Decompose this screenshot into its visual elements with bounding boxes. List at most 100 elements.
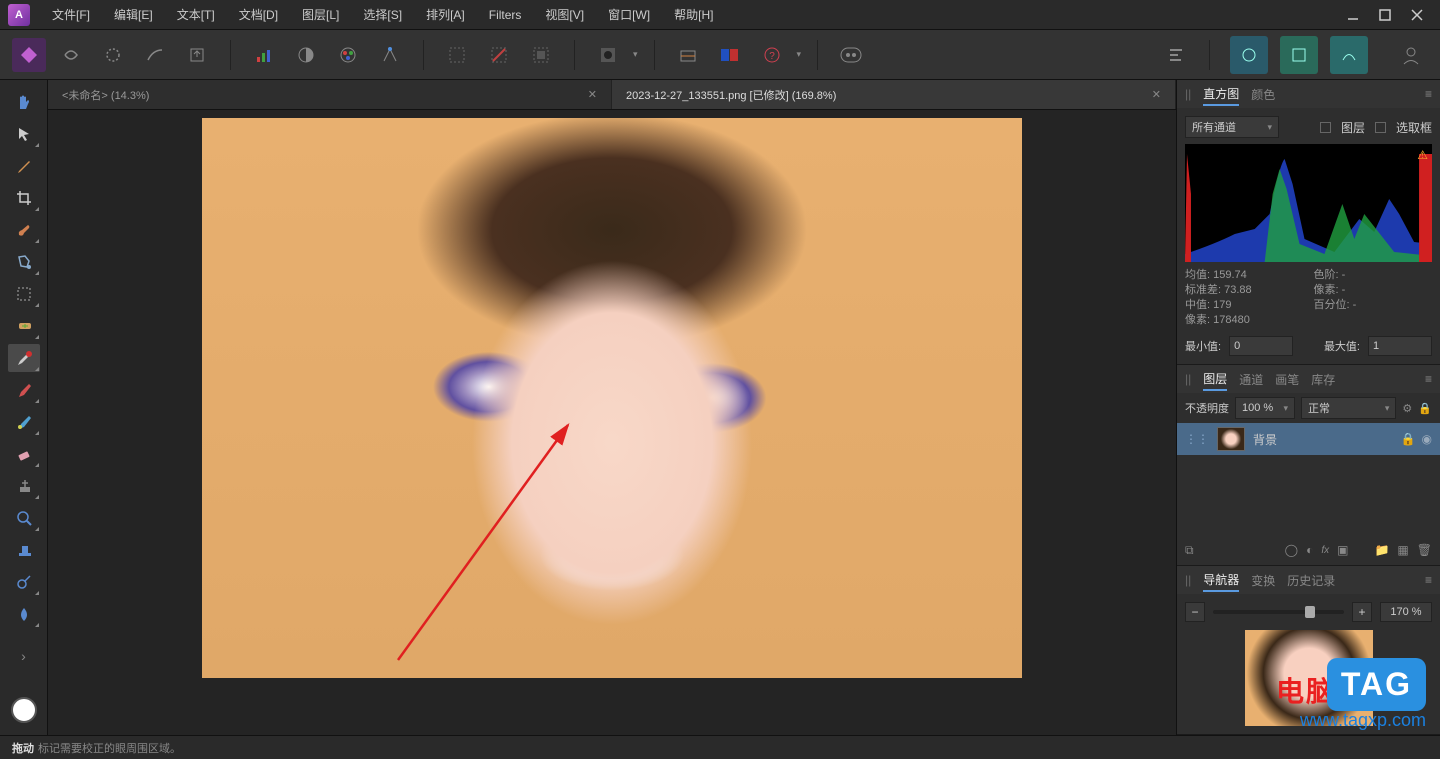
dodge-tool[interactable] bbox=[8, 568, 40, 596]
quickmask-icon[interactable] bbox=[591, 38, 625, 72]
delete-icon[interactable]: 🗑 bbox=[1417, 543, 1432, 557]
selection-brush-tool[interactable] bbox=[8, 216, 40, 244]
export-icon[interactable] bbox=[180, 38, 214, 72]
tab-color[interactable]: 颜色 bbox=[1251, 84, 1275, 105]
eraser-tool[interactable] bbox=[8, 440, 40, 468]
auto-wb-icon[interactable] bbox=[373, 38, 407, 72]
visibility-icon[interactable]: ◉ bbox=[1422, 432, 1432, 446]
blend-dropdown[interactable]: 正常▾ bbox=[1301, 397, 1396, 419]
persona-liquify-button[interactable] bbox=[1230, 36, 1268, 74]
zoom-value[interactable]: 170 % bbox=[1380, 602, 1432, 622]
max-input[interactable] bbox=[1368, 336, 1432, 356]
swatch-icon[interactable] bbox=[713, 38, 747, 72]
minimize-button[interactable] bbox=[1346, 8, 1360, 22]
close-icon[interactable]: ✕ bbox=[1152, 88, 1161, 101]
tab-transform[interactable]: 变换 bbox=[1251, 570, 1275, 591]
menu-document[interactable]: 文档[D] bbox=[227, 0, 290, 30]
panel-menu-icon[interactable]: ≡ bbox=[1425, 87, 1432, 101]
color-picker-tool[interactable] bbox=[8, 152, 40, 180]
menu-layer[interactable]: 图层[L] bbox=[290, 0, 351, 30]
auto-levels-icon[interactable] bbox=[247, 38, 281, 72]
document-tab[interactable]: 2023-12-27_133551.png [已修改] (169.8%) ✕ bbox=[612, 80, 1176, 109]
channel-dropdown[interactable]: 所有通道▾ bbox=[1185, 116, 1279, 138]
menu-edit[interactable]: 编辑[E] bbox=[102, 0, 165, 30]
persona-photo-icon[interactable] bbox=[12, 38, 46, 72]
menu-arrange[interactable]: 排列[A] bbox=[414, 0, 477, 30]
mixer-brush-tool[interactable] bbox=[8, 408, 40, 436]
navigator-thumbnail[interactable] bbox=[1245, 630, 1373, 726]
paintbrush-tool[interactable] bbox=[8, 376, 40, 404]
more-tools[interactable]: › bbox=[8, 642, 40, 670]
crop-icon[interactable]: ▣ bbox=[1337, 543, 1348, 557]
auto-colors-icon[interactable] bbox=[331, 38, 365, 72]
crop-guides-icon[interactable] bbox=[671, 38, 705, 72]
merge-icon[interactable]: ⧉ bbox=[1185, 543, 1194, 558]
liquify-icon[interactable] bbox=[54, 38, 88, 72]
align-icon[interactable] bbox=[1159, 38, 1193, 72]
fx-icon[interactable]: fx bbox=[1321, 545, 1329, 556]
zoom-slider[interactable] bbox=[1213, 610, 1344, 614]
crop-tool[interactable] bbox=[8, 184, 40, 212]
maximize-button[interactable] bbox=[1378, 8, 1392, 22]
persona-tone-button[interactable] bbox=[1330, 36, 1368, 74]
panel-menu-icon[interactable]: ≡ bbox=[1425, 573, 1432, 587]
add-layer-icon[interactable]: ▦ bbox=[1397, 543, 1408, 557]
move-tool[interactable] bbox=[8, 120, 40, 148]
document-tab[interactable]: <未命名> (14.3%) ✕ bbox=[48, 80, 612, 109]
close-button[interactable] bbox=[1410, 8, 1424, 22]
selection-all-icon[interactable] bbox=[440, 38, 474, 72]
mask-icon[interactable]: ◯ bbox=[1285, 543, 1298, 557]
selection-invert-icon[interactable] bbox=[524, 38, 558, 72]
close-icon[interactable]: ✕ bbox=[588, 88, 597, 101]
stamp-tool[interactable] bbox=[8, 536, 40, 564]
tab-brushes[interactable]: 画笔 bbox=[1275, 369, 1299, 390]
persona-develop-button[interactable] bbox=[1280, 36, 1318, 74]
tab-channels[interactable]: 通道 bbox=[1239, 369, 1263, 390]
drag-handle-icon[interactable]: ⋮⋮ bbox=[1185, 432, 1209, 446]
zoom-out-button[interactable]: − bbox=[1185, 602, 1205, 622]
tab-navigator[interactable]: 导航器 bbox=[1203, 569, 1239, 592]
opacity-dropdown[interactable]: 100 %▾ bbox=[1235, 397, 1295, 419]
zoom-in-button[interactable]: + bbox=[1352, 602, 1372, 622]
healing-tool[interactable] bbox=[8, 312, 40, 340]
auto-contrast-icon[interactable] bbox=[289, 38, 323, 72]
blur-tool[interactable] bbox=[8, 600, 40, 628]
tonemap-icon[interactable] bbox=[138, 38, 172, 72]
assistant-icon[interactable]: ? bbox=[755, 38, 789, 72]
menu-select[interactable]: 选择[S] bbox=[351, 0, 414, 30]
adjustment-icon[interactable]: ◐ bbox=[1306, 543, 1313, 557]
chevron-down-icon[interactable]: ▾ bbox=[633, 49, 638, 60]
lock-icon[interactable]: 🔒 bbox=[1401, 432, 1416, 446]
zoom-tool[interactable] bbox=[8, 504, 40, 532]
account-icon[interactable] bbox=[1394, 38, 1428, 72]
menu-window[interactable]: 窗口[W] bbox=[596, 0, 662, 30]
menu-help[interactable]: 帮助[H] bbox=[662, 0, 725, 30]
tab-stock[interactable]: 库存 bbox=[1311, 369, 1335, 390]
canvas-image[interactable] bbox=[202, 118, 1022, 678]
menu-view[interactable]: 视图[V] bbox=[533, 0, 596, 30]
selection-none-icon[interactable] bbox=[482, 38, 516, 72]
ml-icon[interactable] bbox=[834, 38, 868, 72]
layer-checkbox[interactable] bbox=[1320, 122, 1331, 133]
tab-histogram[interactable]: 直方图 bbox=[1203, 83, 1239, 106]
flood-select-tool[interactable] bbox=[8, 248, 40, 276]
marquee-tool[interactable] bbox=[8, 280, 40, 308]
menu-text[interactable]: 文本[T] bbox=[165, 0, 227, 30]
develop-icon[interactable] bbox=[96, 38, 130, 72]
menu-file[interactable]: 文件[F] bbox=[40, 0, 102, 30]
gear-icon[interactable]: ⚙ bbox=[1402, 402, 1412, 415]
clone-tool[interactable] bbox=[8, 472, 40, 500]
lock-icon[interactable]: 🔒 bbox=[1418, 402, 1432, 415]
panel-menu-icon[interactable]: ≡ bbox=[1425, 372, 1432, 386]
group-icon[interactable]: 📁 bbox=[1374, 543, 1389, 557]
color-well[interactable] bbox=[11, 697, 37, 723]
layer-thumbnail[interactable] bbox=[1217, 427, 1245, 451]
chevron-down-icon[interactable]: ▾ bbox=[797, 49, 802, 60]
marquee-checkbox[interactable] bbox=[1375, 122, 1386, 133]
redeye-tool[interactable] bbox=[8, 344, 40, 372]
menu-filters[interactable]: Filters bbox=[477, 0, 534, 30]
canvas-viewport[interactable] bbox=[48, 110, 1176, 735]
layer-row[interactable]: ⋮⋮ 背景 🔒 ◉ bbox=[1177, 423, 1440, 455]
tab-layers[interactable]: 图层 bbox=[1203, 368, 1227, 391]
tab-history[interactable]: 历史记录 bbox=[1287, 570, 1335, 591]
